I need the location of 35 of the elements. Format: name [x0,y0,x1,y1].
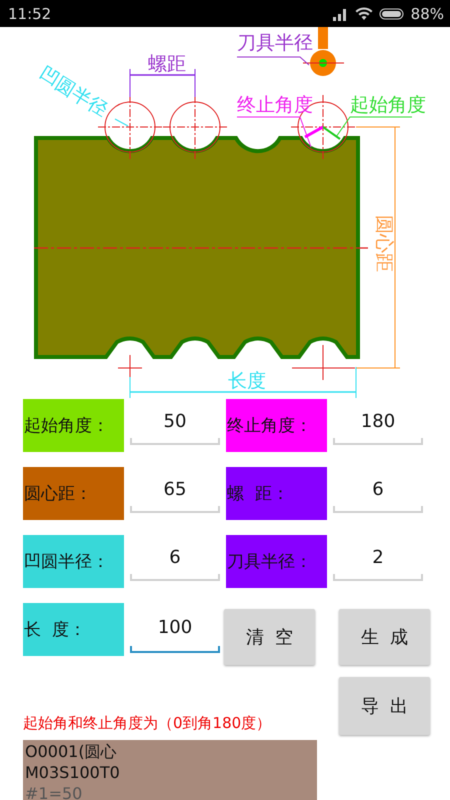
parameter-label: 起始角度： [23,399,124,452]
value-field[interactable]: 180 [333,399,423,445]
length-label: 长度 [228,370,266,392]
signal-icon [330,6,349,20]
value-field[interactable]: 65 [130,467,220,513]
angle-marks [304,126,341,140]
start-angle-label: 起始角度 [350,94,426,116]
value-field[interactable]: 2 [333,535,423,581]
parameter-label: 凹圆半径： [23,535,124,588]
tool-radius-label: 刀具半径 [237,32,313,54]
groove-circle [162,94,228,160]
value-field[interactable]: 6 [333,467,423,513]
wifi-icon [354,6,373,20]
hint-text: 起始角和终止角度为（0到角180度） [23,714,272,734]
end-angle-label: 终止角度 [237,94,313,116]
value-field[interactable]: 6 [130,535,220,581]
value-field[interactable]: 100 [130,603,220,653]
status-time: 11:52 [8,4,52,22]
parameter-label: 圆心距： [23,467,124,520]
parameter-label: 刀具半径： [226,535,327,588]
pitch-label: 螺距 [148,53,186,75]
parameter-label: 终止角度： [226,399,327,452]
parameter-label: 螺 距： [226,467,327,520]
clear-button[interactable]: 清 空 [224,609,315,665]
export-button[interactable]: 导 出 [339,677,430,735]
battery-level: 88% [410,4,444,22]
generate-button[interactable]: 生 成 [339,609,430,665]
center-distance-label: 圆心距 [373,215,395,272]
groove-radius-label: 凹圆半径 [35,62,112,122]
leader-line [114,118,128,126]
battery-icon [378,8,405,20]
value-field[interactable]: 50 [130,399,220,445]
parameter-label: 长 度： [23,603,124,656]
output-text: O0001(圆心 M03S100T0 #1=50 [23,740,317,800]
cross-mark [292,344,356,380]
